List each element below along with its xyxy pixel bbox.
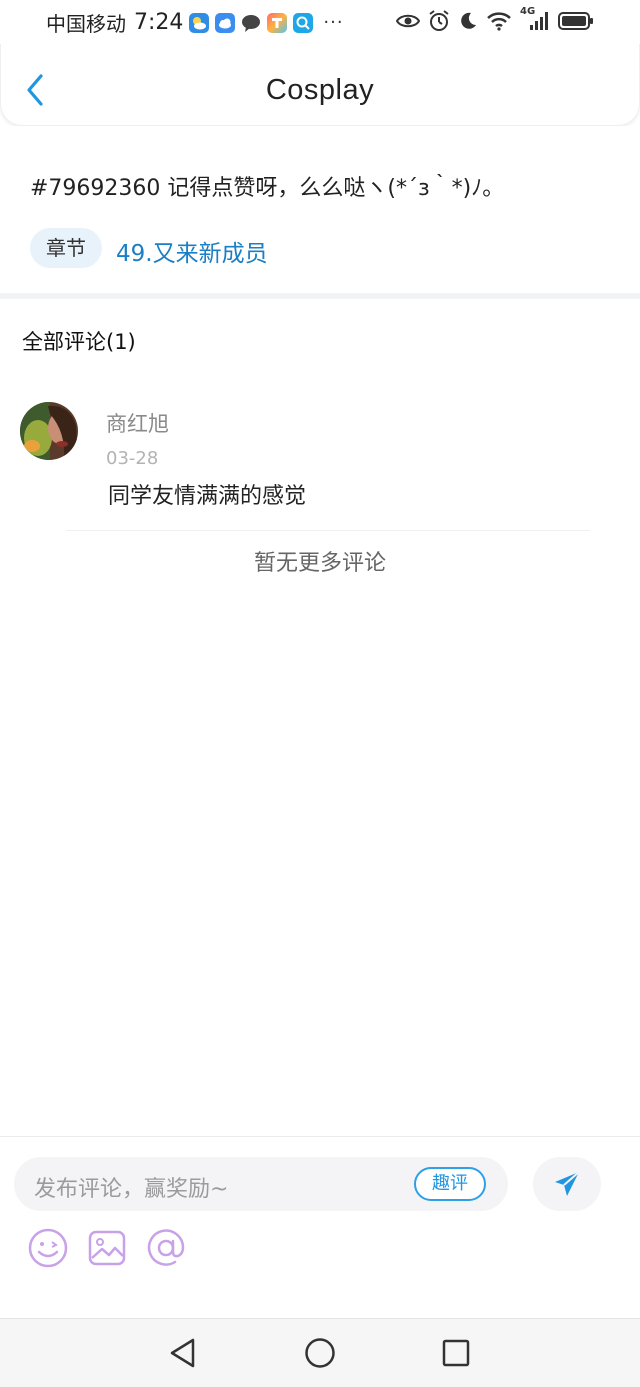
- header-bar: Cosplay: [0, 44, 640, 126]
- toolbox-app-icon: [267, 12, 288, 33]
- emoji-icon: [28, 1228, 68, 1268]
- mention-icon: [147, 1229, 185, 1266]
- wifi-icon: [487, 12, 511, 31]
- compose-bar: 发布评论，赢奖励~ 趣评: [0, 1136, 640, 1318]
- post-card: #79692360 记得点赞呀，么么哒ヽ(*´з｀*)ﾉ。 章节 49.又来新成…: [0, 126, 640, 294]
- comment-text: 同学友情满满的感觉: [108, 484, 307, 509]
- triangle-back-icon: [170, 1338, 195, 1368]
- eye-icon: [396, 14, 420, 28]
- search-app-icon: [293, 12, 314, 33]
- nav-back-button[interactable]: [167, 1337, 199, 1369]
- no-more-comments: 暂无更多评论: [253, 551, 386, 576]
- post-text: #79692360 记得点赞呀，么么哒ヽ(*´з｀*)ﾉ。: [30, 176, 505, 201]
- comment-date: 03-28: [106, 448, 159, 469]
- network-type-label: 4G: [520, 6, 536, 17]
- emoji-button[interactable]: [27, 1227, 69, 1269]
- status-bar: 中国移动 7:24 ··· 4G: [0, 0, 640, 44]
- image-icon: [88, 1230, 126, 1266]
- alarm-icon: [429, 10, 449, 31]
- image-button[interactable]: [86, 1227, 128, 1269]
- message-app-icon: [241, 13, 261, 33]
- comment-input[interactable]: 发布评论，赢奖励~ 趣评: [14, 1157, 508, 1211]
- chapter-tag: 章节: [30, 228, 102, 268]
- nav-recents-button[interactable]: [440, 1337, 472, 1369]
- clock: 7:24: [134, 10, 184, 35]
- comment-author[interactable]: 商红旭: [106, 408, 169, 438]
- page-title: Cosplay: [265, 74, 375, 106]
- quick-comment-button[interactable]: 趣评: [414, 1167, 486, 1201]
- avatar[interactable]: [20, 402, 78, 460]
- section-divider: [0, 293, 640, 299]
- chapter-link[interactable]: 49.又来新成员: [116, 234, 268, 268]
- mention-button[interactable]: [145, 1227, 187, 1269]
- system-nav-bar: [0, 1318, 640, 1387]
- cloud-app-icon: [215, 12, 236, 33]
- comment-input-placeholder: 发布评论，赢奖励~: [34, 1177, 229, 1202]
- send-button[interactable]: [533, 1157, 601, 1211]
- circle-home-icon: [305, 1338, 335, 1368]
- comment-separator: [66, 530, 590, 531]
- comments-title: 全部评论(1): [22, 330, 136, 354]
- comment-item[interactable]: 商红旭 03-28 同学友情满满的感觉: [0, 398, 640, 509]
- more-notifications-indicator: ···: [323, 12, 344, 33]
- battery-icon: [558, 12, 593, 30]
- square-recents-icon: [442, 1339, 470, 1367]
- send-icon: [555, 1171, 580, 1196]
- signal-icon: 4G: [520, 6, 550, 32]
- moon-icon: [461, 12, 476, 29]
- nav-home-button[interactable]: [304, 1337, 336, 1369]
- weather-app-icon: [189, 12, 210, 33]
- carrier-label: 中国移动: [46, 12, 126, 36]
